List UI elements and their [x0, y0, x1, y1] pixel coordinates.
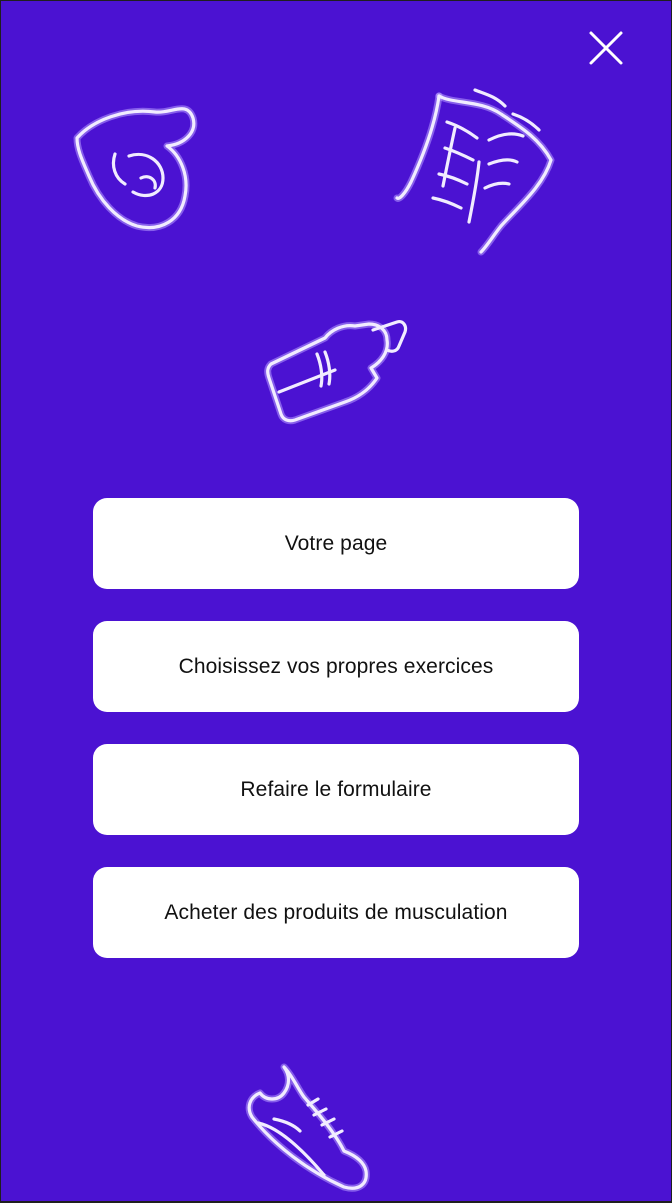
choose-exercises-button[interactable]: Choisissez vos propres exercices — [93, 621, 579, 712]
sneaker-icon — [244, 1061, 374, 1192]
redo-form-button[interactable]: Refaire le formulaire — [93, 744, 579, 835]
abs-torso-icon — [393, 86, 558, 256]
close-icon — [589, 31, 623, 65]
water-bottle-icon — [264, 316, 415, 426]
buy-products-button[interactable]: Acheter des produits de musculation — [93, 867, 579, 958]
close-button[interactable] — [583, 25, 629, 71]
menu-list: Votre page Choisissez vos propres exerci… — [93, 498, 579, 958]
your-page-button[interactable]: Votre page — [93, 498, 579, 589]
menu-overlay: Votre page Choisissez vos propres exerci… — [1, 1, 671, 1201]
flexed-arm-icon — [71, 96, 201, 236]
